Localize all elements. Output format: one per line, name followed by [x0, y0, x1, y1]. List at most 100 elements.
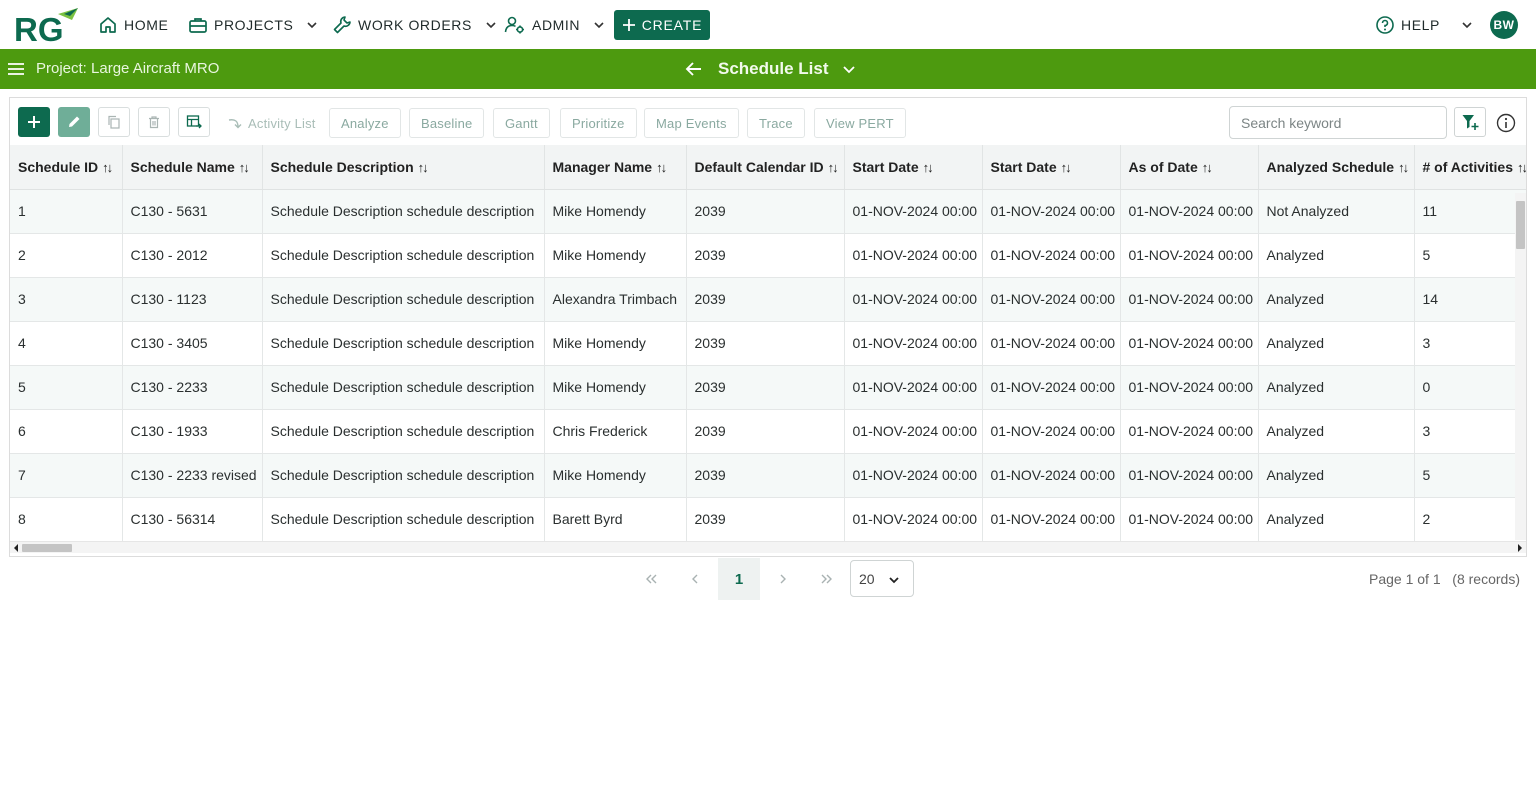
table-row[interactable]: 8 C130 - 56314 Schedule Description schedu… — [10, 497, 1526, 541]
sort-icon[interactable]: ↑↓ — [1202, 160, 1213, 175]
table-cell: 6 — [10, 409, 123, 454]
column-header[interactable]: Default Calendar ID ↑↓ — [686, 145, 845, 190]
baseline-button[interactable]: Baseline — [409, 108, 485, 138]
table-cell: C130 - 3405 — [122, 321, 263, 366]
vertical-scrollbar[interactable] — [1515, 193, 1526, 540]
trace-button[interactable]: Trace — [747, 108, 805, 138]
sort-icon[interactable]: ↑↓ — [828, 160, 839, 175]
hamburger-icon[interactable] — [7, 61, 25, 77]
table-cell: 01-NOV-2024 00:00 — [1120, 365, 1259, 410]
table-cell: 14 — [1414, 277, 1526, 322]
nav-work-orders[interactable]: WORK ORDERS — [332, 12, 498, 38]
arrow-left-icon[interactable] — [684, 59, 704, 79]
create-button[interactable]: CREATE — [614, 10, 710, 40]
sort-icon[interactable]: ↑↓ — [923, 160, 934, 175]
next-page-button[interactable] — [763, 558, 803, 600]
table-row[interactable]: 2 C130 - 2012 Schedule Description schedul… — [10, 233, 1526, 278]
view-pert-button[interactable]: View PERT — [814, 108, 906, 138]
nav-help[interactable]: HELP — [1375, 12, 1474, 38]
column-header[interactable]: Schedule Description ↑↓ — [262, 145, 545, 190]
table-cell: C130 - 1123 — [122, 277, 263, 322]
sort-icon[interactable]: ↑↓ — [1061, 160, 1072, 175]
svg-text:RG: RG — [14, 11, 64, 44]
activity-list-label: Activity List — [248, 115, 316, 131]
column-header[interactable]: Analyzed Schedule ↑↓ — [1258, 145, 1415, 190]
page-info-text: Page 1 of 1 — [1369, 571, 1441, 587]
map-events-button[interactable]: Map Events — [644, 108, 739, 138]
nav-work-orders-label: WORK ORDERS — [358, 17, 472, 33]
table-cell: 5 — [10, 365, 123, 410]
sort-icon[interactable]: ↑↓ — [1517, 160, 1526, 175]
column-header[interactable]: Schedule Name ↑↓ — [122, 145, 263, 190]
rg-logo[interactable]: RG — [14, 6, 80, 44]
column-header[interactable]: Start Date ↑↓ — [844, 145, 983, 190]
table-cell: 4 — [10, 321, 123, 366]
info-icon[interactable] — [1496, 113, 1516, 133]
table-cell: 5 — [1414, 453, 1526, 498]
horizontal-scrollbar[interactable] — [10, 541, 1526, 553]
column-header[interactable]: # of Activities ↑↓ — [1414, 145, 1526, 190]
export-button[interactable] — [178, 107, 210, 137]
table-cell: 01-NOV-2024 00:00 — [982, 453, 1121, 498]
scroll-left-icon[interactable] — [12, 543, 20, 553]
table-cell: 01-NOV-2024 00:00 — [982, 409, 1121, 454]
nav-projects[interactable]: PROJECTS — [188, 12, 319, 38]
column-header-label: Analyzed Schedule — [1266, 158, 1395, 175]
vertical-scroll-thumb[interactable] — [1516, 201, 1525, 249]
first-page-button[interactable] — [631, 558, 671, 600]
sort-icon[interactable]: ↑↓ — [656, 160, 667, 175]
table-cell: 2 — [1414, 497, 1526, 541]
chevron-down-icon — [1462, 22, 1472, 29]
table-row[interactable]: 1 C130 - 5631 Schedule Description schedul… — [10, 189, 1526, 234]
scroll-right-icon[interactable] — [1516, 543, 1524, 553]
table-cell: 7 — [10, 453, 123, 498]
filter-button[interactable] — [1454, 107, 1486, 137]
table-cell: C130 - 1933 — [122, 409, 263, 454]
page-size-value: 20 — [859, 570, 875, 587]
analyze-button[interactable]: Analyze — [329, 108, 401, 138]
table-cell: 01-NOV-2024 00:00 — [1120, 497, 1259, 541]
column-header[interactable]: Schedule ID ↑↓ — [10, 145, 123, 190]
table-cell: Analyzed — [1258, 409, 1415, 454]
table-cell: 2039 — [686, 497, 845, 541]
copy-button[interactable] — [98, 107, 130, 137]
table-cell: C130 - 5631 — [122, 189, 263, 234]
gantt-button[interactable]: Gantt — [493, 108, 550, 138]
nav-home-label: HOME — [124, 17, 169, 33]
table-row[interactable]: 5 C130 - 2233 Schedule Description schedul… — [10, 365, 1526, 410]
sort-icon[interactable]: ↑↓ — [418, 160, 429, 175]
current-page-button[interactable]: 1 — [718, 558, 760, 600]
table-cell: 01-NOV-2024 00:00 — [1120, 453, 1259, 498]
delete-button[interactable] — [138, 107, 170, 137]
user-avatar[interactable]: BW — [1490, 11, 1518, 39]
table-row[interactable]: 6 C130 - 1933 Schedule Description schedul… — [10, 409, 1526, 454]
table-cell: 1 — [10, 189, 123, 234]
nav-admin[interactable]: ADMIN — [504, 12, 606, 38]
prev-page-button[interactable] — [675, 558, 715, 600]
table-cell: 2039 — [686, 321, 845, 366]
page-size-select[interactable]: 20 — [850, 560, 914, 597]
create-button-label: CREATE — [641, 17, 703, 33]
table-cell: Analyzed — [1258, 453, 1415, 498]
table-cell: 01-NOV-2024 00:00 — [1120, 189, 1259, 234]
table-row[interactable]: 7 C130 - 2233 revised Schedule Description… — [10, 453, 1526, 498]
table-cell: Analyzed — [1258, 233, 1415, 278]
search-input[interactable] — [1229, 106, 1447, 139]
chevron-down-icon[interactable] — [840, 60, 858, 78]
table-cell: 01-NOV-2024 00:00 — [982, 277, 1121, 322]
nav-home[interactable]: HOME — [98, 12, 168, 38]
sort-icon[interactable]: ↑↓ — [102, 160, 113, 175]
sort-icon[interactable]: ↑↓ — [239, 160, 250, 175]
table-row[interactable]: 3 C130 - 1123 Schedule Description schedul… — [10, 277, 1526, 322]
column-header[interactable]: Manager Name ↑↓ — [544, 145, 687, 190]
activity-list-button[interactable]: Activity List — [216, 108, 327, 138]
edit-button[interactable] — [58, 107, 90, 137]
column-header[interactable]: As of Date ↑↓ — [1120, 145, 1259, 190]
add-button[interactable] — [18, 107, 50, 137]
horizontal-scroll-thumb[interactable] — [22, 544, 72, 552]
table-row[interactable]: 4 C130 - 3405 Schedule Description schedul… — [10, 321, 1526, 366]
prioritize-button[interactable]: Prioritize — [560, 108, 637, 138]
last-page-button[interactable] — [807, 558, 847, 600]
column-header[interactable]: Start Date ↑↓ — [982, 145, 1121, 190]
sort-icon[interactable]: ↑↓ — [1398, 160, 1409, 175]
